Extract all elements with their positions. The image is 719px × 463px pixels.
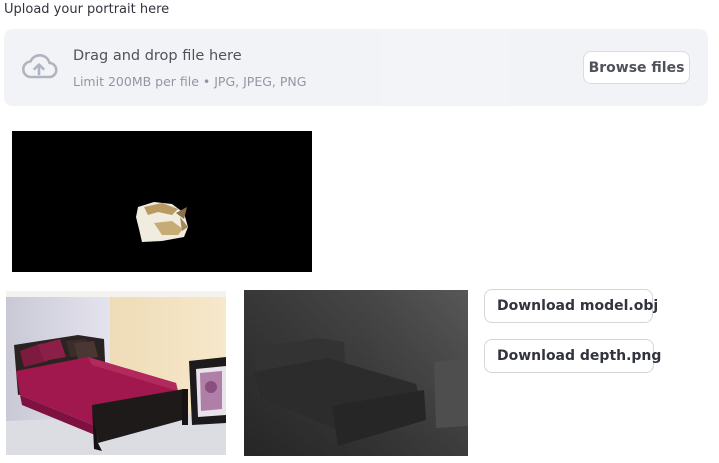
depth-map-preview [244, 290, 468, 456]
browse-files-button[interactable]: Browse files [583, 51, 690, 84]
mask-fragment [12, 131, 312, 272]
depth-map-render [244, 290, 468, 456]
download-depth-png-button[interactable]: Download depth.png [484, 339, 661, 373]
bedroom-photo [6, 291, 226, 455]
bedroom-scene [6, 291, 226, 455]
dropzone-title: Drag and drop file here [73, 48, 242, 64]
dropzone-limit-text: Limit 200MB per file • JPG, JPEG, PNG [73, 74, 307, 89]
file-dropzone[interactable]: Drag and drop file here Limit 200MB per … [4, 29, 708, 106]
download-model-obj-button[interactable]: Download model.obj [484, 289, 658, 323]
mask-preview-image [12, 131, 312, 272]
cloud-upload-icon [22, 54, 58, 79]
uploader-label: Upload your portrait here [4, 2, 170, 17]
